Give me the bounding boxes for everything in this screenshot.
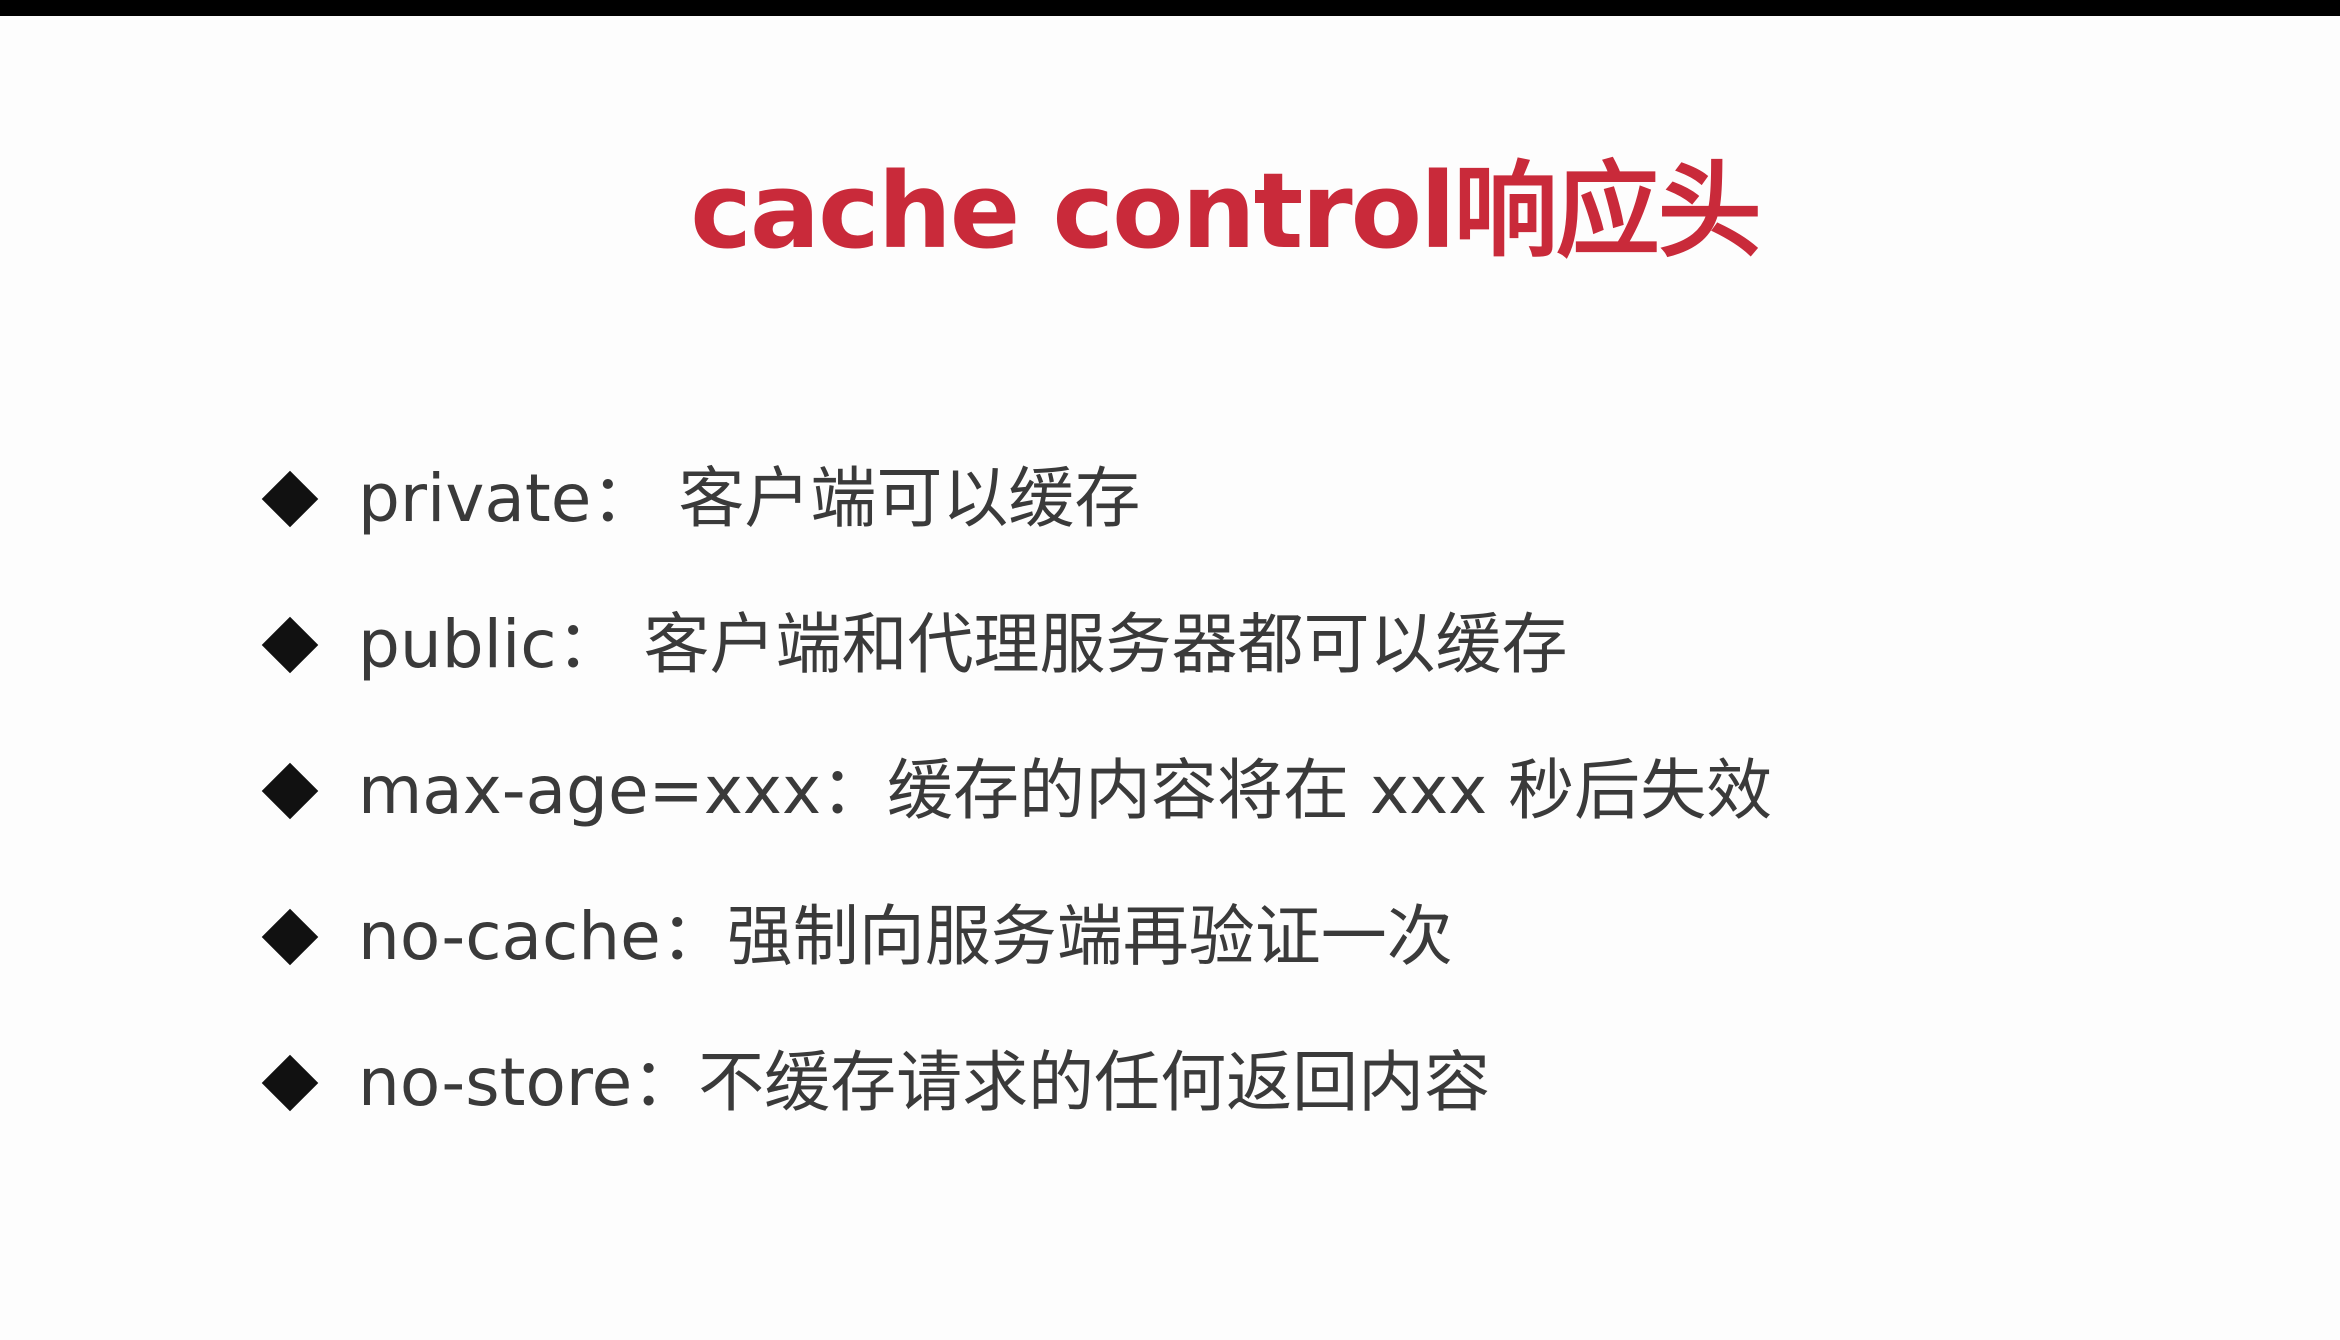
bullet-text-public: public： 客户端和代理服务器都可以缓存 — [358, 606, 1568, 683]
diamond-bullet-icon — [261, 762, 319, 820]
slide-title: cache control响应头 — [690, 150, 1762, 272]
bullet-text-max-age: max-age=xxx：缓存的内容将在 xxx 秒后失效 — [358, 752, 1773, 829]
bullet-item-public: public： 客户端和代理服务器都可以缓存 — [260, 572, 1772, 718]
bullet-item-private: private： 客户端可以缓存 — [260, 426, 1772, 572]
diamond-bullet-icon — [261, 1054, 319, 1112]
slide-canvas: cache control响应头 private： 客户端可以缓存 public… — [0, 16, 2340, 1340]
diamond-bullet-icon — [261, 616, 319, 674]
diamond-bullet-icon — [261, 470, 319, 528]
bullet-item-no-cache: no-cache：强制向服务端再验证一次 — [260, 864, 1772, 1010]
bullet-item-no-store: no-store：不缓存请求的任何返回内容 — [260, 1010, 1772, 1156]
bullet-text-no-cache: no-cache：强制向服务端再验证一次 — [358, 898, 1453, 975]
top-black-bar — [0, 0, 2340, 16]
bullet-item-max-age: max-age=xxx：缓存的内容将在 xxx 秒后失效 — [260, 718, 1772, 864]
bullet-text-no-store: no-store：不缓存请求的任何返回内容 — [358, 1044, 1491, 1121]
diamond-bullet-icon — [261, 908, 319, 966]
bullet-text-private: private： 客户端可以缓存 — [358, 460, 1141, 537]
bullet-list: private： 客户端可以缓存 public： 客户端和代理服务器都可以缓存 … — [260, 426, 1772, 1156]
